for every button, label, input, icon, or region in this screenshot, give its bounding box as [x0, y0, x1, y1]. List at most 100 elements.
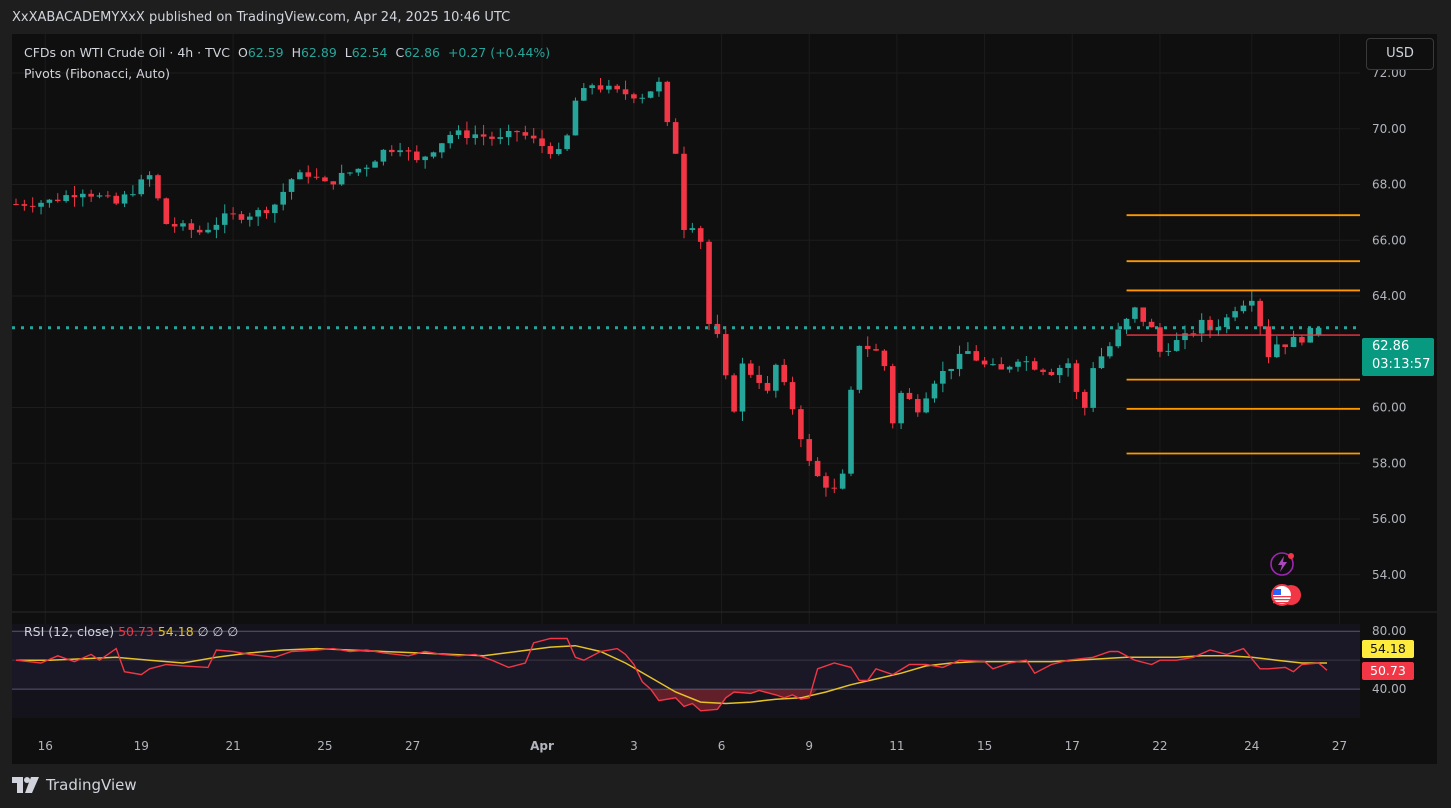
candle-body: [606, 85, 612, 90]
candle-body: [29, 205, 36, 207]
publication-header: XxXABACADEMYXxX published on TradingView…: [12, 10, 511, 25]
rsi-legend[interactable]: RSI (12, close) 50.73 54.18 ∅ ∅ ∅: [24, 624, 238, 639]
low-label: L: [344, 45, 352, 60]
candle-body: [347, 172, 353, 174]
candle-body: [38, 202, 44, 207]
candle-body: [163, 198, 170, 225]
candle-body: [505, 130, 512, 138]
candle-body: [297, 172, 303, 180]
y-tick-label: 68.00: [1372, 178, 1406, 192]
candle-body: [313, 176, 320, 178]
candle-body: [1073, 363, 1080, 392]
candle-body: [1299, 337, 1305, 343]
chart-area[interactable]: 72.00 70.00 68.00 66.00 64.00 60.00 58.00 56.00…: [12, 34, 1437, 764]
candle-body: [756, 374, 762, 383]
candle-body: [414, 151, 420, 161]
y-tick-label: 58.00: [1372, 456, 1406, 470]
candle-body: [121, 194, 128, 204]
candle-body: [1282, 344, 1288, 347]
y-tick-label: 60.00: [1372, 401, 1406, 415]
candle-body: [430, 152, 437, 157]
candle-body: [422, 156, 428, 161]
lightning-icon-dot: [1288, 553, 1294, 559]
candle-body: [263, 210, 270, 214]
candle-body: [180, 223, 186, 227]
candle-body: [1157, 327, 1163, 352]
candle-body: [881, 350, 888, 367]
candle-body: [146, 175, 153, 180]
candle-body: [455, 130, 462, 135]
candle-body: [1240, 305, 1247, 312]
us-flag-icon-stripe: [1273, 602, 1291, 604]
price-chart-svg[interactable]: 72.0070.0068.0066.0064.0060.0058.0056.00…: [12, 34, 1437, 764]
candle-body: [898, 392, 904, 424]
candle-body: [497, 137, 504, 139]
candle-body: [814, 460, 821, 477]
x-tick-label: 19: [134, 739, 149, 753]
candle-body: [639, 97, 646, 99]
candle-body: [856, 345, 863, 390]
candle-body: [981, 360, 988, 365]
currency-button[interactable]: USD: [1366, 38, 1434, 70]
candle-body: [1115, 329, 1121, 347]
candle-body: [1065, 363, 1071, 368]
x-tick-label: 15: [977, 739, 992, 753]
candle-body: [998, 364, 1005, 370]
candle-body: [1082, 391, 1088, 408]
candle-body: [113, 195, 119, 204]
rsi-legend-extras: ∅ ∅ ∅: [197, 624, 239, 639]
candle-body: [80, 193, 86, 198]
candle-body: [589, 85, 595, 89]
symbol-legend[interactable]: CFDs on WTI Crude Oil · 4h · TVC O62.59 …: [24, 45, 550, 60]
candle-body: [71, 195, 78, 198]
candle-body: [405, 150, 412, 152]
candle-body: [1015, 361, 1021, 367]
close-label: C: [395, 45, 405, 60]
rsi-legend-ma-value: 54.18: [157, 624, 194, 639]
us-flag-icon: [1271, 584, 1301, 606]
candle-body: [205, 229, 211, 233]
candle-body: [1056, 367, 1063, 376]
candle-body: [171, 224, 178, 227]
candle-body: [230, 213, 236, 215]
candle-body: [472, 134, 479, 139]
footer-brand-name: TradingView: [46, 776, 137, 794]
candle-body: [1173, 340, 1180, 351]
candle-body: [956, 353, 963, 369]
candle-body: [656, 81, 662, 92]
rsi-value-tag: 50.73: [1362, 662, 1414, 680]
pivots-indicator-label[interactable]: Pivots (Fibonacci, Auto): [24, 66, 170, 81]
candle-body: [864, 345, 871, 350]
candle-body: [839, 473, 846, 489]
candle-body: [889, 366, 896, 424]
footer-brand[interactable]: TradingView: [12, 776, 137, 794]
x-tick-label: 22: [1152, 739, 1167, 753]
candle-body: [873, 349, 879, 351]
candle-body: [906, 392, 913, 399]
candle-body: [940, 371, 946, 384]
candle-body: [1265, 326, 1272, 358]
candle-body: [831, 487, 838, 489]
candle-body: [1257, 300, 1263, 327]
change-value: +0.27 (+0.44%): [447, 45, 551, 60]
candle-body: [1249, 300, 1255, 306]
candle-body: [681, 153, 687, 230]
candle-body: [931, 383, 938, 399]
x-tick-label: 21: [225, 739, 240, 753]
candle-body: [965, 351, 971, 354]
candle-body: [647, 91, 654, 98]
y-tick-label: 64.00: [1372, 289, 1406, 303]
candle-body: [564, 135, 570, 150]
candle-body: [238, 214, 245, 220]
candle-body: [1223, 317, 1230, 328]
candle-body: [1023, 361, 1030, 363]
close-value: 62.86: [404, 45, 440, 60]
candle-body: [54, 199, 61, 202]
us-flag-icon-stripe: [1273, 599, 1291, 601]
candle-body: [1290, 337, 1297, 347]
candle-body: [355, 168, 362, 173]
rsi-axis-label: 40.00: [1372, 682, 1406, 696]
candle-body: [1006, 366, 1013, 370]
rsi-axis-label: 80.00: [1372, 624, 1406, 638]
y-tick-label: 66.00: [1372, 233, 1406, 247]
